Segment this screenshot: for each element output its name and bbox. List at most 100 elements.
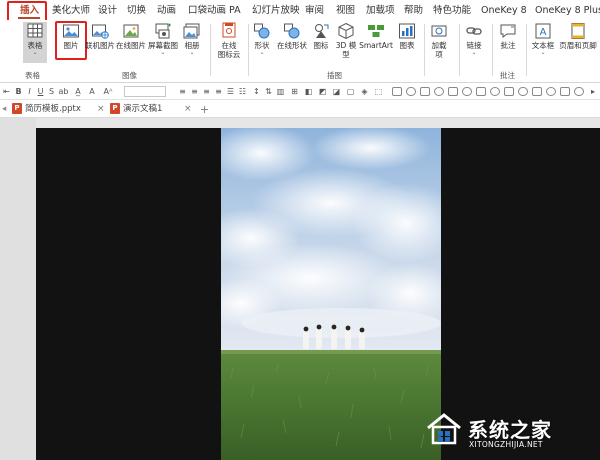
textbox-button[interactable]: A 文本框 ⌄ (530, 22, 556, 56)
align-left-icon[interactable]: ≡ (178, 86, 187, 97)
link-icon (465, 22, 483, 40)
picture-label: 图片 (63, 41, 79, 50)
shapes-button[interactable]: 形状 ⌄ (251, 22, 273, 56)
online-shapes-button[interactable]: 在线形状 (276, 22, 308, 50)
screenshot-button[interactable]: 屏幕截图 ⌄ (148, 22, 178, 56)
tab-scroll-left-icon[interactable]: ◂ (2, 102, 6, 117)
underline-icon[interactable]: U (36, 86, 45, 97)
numbering-icon[interactable]: ☷ (238, 86, 247, 97)
frame-shape-icon[interactable] (532, 87, 542, 96)
bold-icon[interactable]: B (14, 86, 23, 97)
can-shape-icon[interactable] (574, 87, 584, 96)
close-tab-icon[interactable]: × (184, 102, 192, 117)
italic-icon[interactable]: I (25, 86, 34, 97)
circle-shape-icon[interactable] (490, 87, 500, 96)
header-footer-button[interactable]: 页眉和页脚 (558, 22, 598, 50)
rectangle-shape-icon[interactable] (392, 87, 402, 96)
tab-slideshow[interactable]: 幻灯片放映 (252, 4, 300, 18)
close-tab-icon[interactable]: × (97, 102, 105, 117)
new-tab-icon[interactable]: + (200, 102, 209, 117)
chart-icon (398, 22, 416, 40)
columns-icon[interactable]: ▥ (276, 86, 285, 97)
cloud-shape-icon[interactable] (518, 87, 528, 96)
strikethrough-icon[interactable]: S (47, 86, 56, 97)
callout-shape-icon[interactable] (504, 87, 514, 96)
thumbnail-pane-edge (0, 118, 36, 460)
quick-style-icon[interactable]: ◩ (318, 86, 327, 97)
format-toolbar: ⇤ B I U S ab A̲ A Aᴬ ≡ ≡ ≡ ≡ ☰ ☷ ↕ ⇅ ▥ ⊞… (0, 84, 600, 100)
rounded-rect-shape-icon[interactable] (406, 87, 416, 96)
flowchart-shape-icon[interactable] (448, 87, 458, 96)
font-color-icon[interactable]: A (86, 86, 98, 97)
picture-button[interactable]: 图片 (58, 22, 84, 50)
inserted-photo[interactable] (221, 128, 441, 460)
line-spacing-icon[interactable]: ↕ (252, 86, 261, 97)
3d-model-button[interactable]: 3D 模 型 (334, 22, 358, 59)
link-dropdown-icon: ⌄ (471, 49, 477, 56)
house-logo-icon (424, 412, 464, 446)
smartart-button[interactable]: SmartArt (359, 22, 393, 50)
tab-onekey8-plus[interactable]: OneKey 8 Plus (535, 4, 600, 18)
album-dropdown-icon: ⌄ (189, 49, 195, 56)
group-label-images: 图像 (122, 71, 137, 80)
tab-review[interactable]: 审阅 (305, 4, 324, 18)
process-shape-icon[interactable] (476, 87, 486, 96)
watermark-brand: 系统之家 (468, 418, 552, 442)
select-icon[interactable]: ⬚ (374, 86, 383, 97)
link-button[interactable]: 链接 ⌄ (463, 22, 485, 56)
online-icon-cloud-label-1: 在线 (221, 41, 237, 50)
pill-shape-icon[interactable] (462, 87, 472, 96)
tab-design[interactable]: 设计 (98, 4, 117, 18)
smartart-convert-icon[interactable]: ⊞ (290, 86, 299, 97)
font-size-box[interactable] (124, 86, 166, 97)
icons-button[interactable]: 图标 (311, 22, 331, 50)
online-icon-cloud-button[interactable]: 在线 图标云 (214, 22, 244, 59)
tab-special-features[interactable]: 特色功能 (433, 4, 471, 18)
tab-help[interactable]: 帮助 (404, 4, 423, 18)
table-button[interactable]: 表格 ⌄ (24, 22, 46, 56)
shape-outline-icon[interactable]: ▢ (346, 86, 355, 97)
shape-fill-icon[interactable]: ◪ (332, 86, 341, 97)
album-button[interactable]: 相册 ⌄ (181, 22, 203, 56)
font-case-icon[interactable]: Aᴬ (101, 86, 115, 97)
chart-button[interactable]: 图表 (396, 22, 418, 50)
addins-icon (430, 22, 448, 40)
align-center-icon[interactable]: ≡ (190, 86, 199, 97)
textbox-icon: A (534, 22, 552, 40)
comment-button[interactable]: 批注 (497, 22, 519, 50)
indent-icon[interactable]: ⇤ (2, 86, 11, 97)
watermark-url: XITONGZHIJIA.NET (469, 440, 543, 449)
powerpoint-file-icon: P (110, 103, 120, 114)
addins-button[interactable]: 加载 项 (428, 22, 450, 59)
font-size-up-icon[interactable]: A̲ (72, 86, 84, 97)
text-direction-icon[interactable]: ⇅ (264, 86, 273, 97)
brace-shape-icon[interactable] (560, 87, 570, 96)
addins-label-2: 项 (435, 50, 443, 59)
shapes-dropdown-icon: ⌄ (259, 49, 265, 56)
justify-icon[interactable]: ≡ (214, 86, 223, 97)
group-separator (424, 24, 425, 76)
align-right-icon[interactable]: ≡ (202, 86, 211, 97)
tab-view[interactable]: 视图 (336, 4, 355, 18)
group-separator (526, 24, 527, 76)
oval-shape-icon[interactable] (434, 87, 444, 96)
tab-animations[interactable]: 动画 (157, 4, 176, 18)
doc-tab-presentation1[interactable]: P 演示文稿1 (110, 102, 162, 117)
online-image-button[interactable]: 在线图片 (116, 22, 146, 50)
tab-beautify[interactable]: 美化大师 (52, 4, 90, 18)
textbox-dropdown-icon: ⌄ (540, 49, 546, 56)
shape-effect-icon[interactable]: ◈ (360, 86, 369, 97)
char-spacing-icon[interactable]: ab (58, 86, 69, 97)
tab-transitions[interactable]: 切换 (127, 4, 146, 18)
bullets-icon[interactable]: ☰ (226, 86, 235, 97)
tab-pocket-animation[interactable]: 口袋动画 PA (188, 4, 241, 18)
snip-rect-shape-icon[interactable] (420, 87, 430, 96)
more-shapes-icon[interactable]: ▸ (588, 86, 598, 97)
tab-addins[interactable]: 加载项 (366, 4, 395, 18)
doc-tab-resume-template[interactable]: P 简历模板.pptx (12, 102, 81, 117)
arrange-icon[interactable]: ◧ (304, 86, 313, 97)
ring-shape-icon[interactable] (546, 87, 556, 96)
tab-onekey8[interactable]: OneKey 8 (481, 4, 527, 18)
svg-text:A: A (540, 27, 547, 38)
online-picture-button[interactable]: 联机图片 (85, 22, 115, 50)
